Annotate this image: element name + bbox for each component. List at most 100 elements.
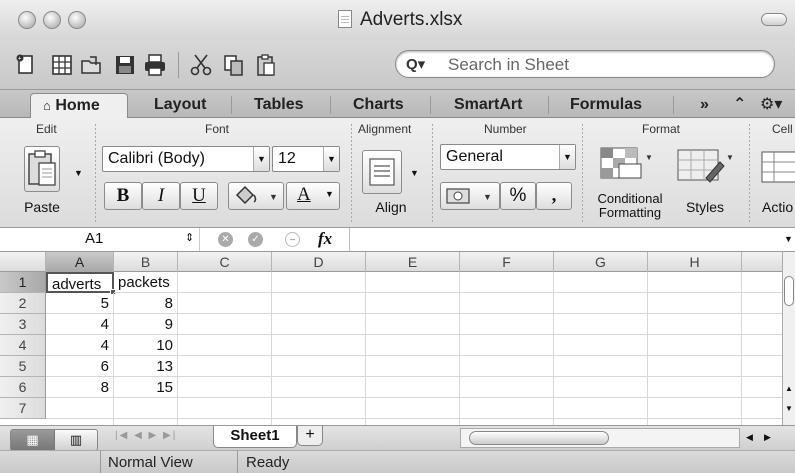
column-header-f[interactable]: F bbox=[460, 252, 554, 272]
normal-view-button[interactable]: ▦ bbox=[11, 430, 55, 450]
percent-button[interactable]: % bbox=[500, 182, 536, 210]
toolbar-toggle-button[interactable] bbox=[761, 13, 787, 26]
comma-style-button[interactable]: , bbox=[536, 182, 572, 210]
name-box-stepper-icon[interactable]: ⇕ bbox=[185, 231, 194, 244]
underline-button[interactable]: U bbox=[180, 182, 218, 210]
cell-a3[interactable]: 4 bbox=[46, 314, 114, 335]
column-header-b[interactable]: B bbox=[114, 252, 178, 272]
tab-formulas[interactable]: Formulas bbox=[570, 93, 642, 118]
cell-a4[interactable]: 4 bbox=[46, 335, 114, 356]
fill-color-button[interactable]: ▼ bbox=[228, 182, 284, 210]
cell-b6[interactable]: 15 bbox=[114, 377, 178, 398]
confirm-formula-icon[interactable]: ✓ bbox=[248, 232, 263, 247]
gear-icon[interactable]: ⚙▾ bbox=[760, 93, 782, 118]
zoom-window-button[interactable] bbox=[68, 11, 86, 29]
conditional-formatting-button[interactable]: ▼ bbox=[597, 144, 657, 184]
paste-dropdown-icon[interactable]: ▼ bbox=[74, 166, 83, 180]
select-all-corner[interactable] bbox=[0, 252, 46, 272]
formula-bar: A1 ⇕ ✕ ✓ − fx ▼ bbox=[0, 228, 795, 252]
cell-b2[interactable]: 8 bbox=[114, 293, 178, 314]
styles-button[interactable]: ▼ bbox=[676, 148, 736, 188]
scroll-right-arrow-icon[interactable]: ▶ bbox=[764, 432, 771, 443]
italic-button[interactable]: I bbox=[142, 182, 180, 210]
cut-icon[interactable] bbox=[189, 53, 213, 77]
row-header-2[interactable]: 2 bbox=[0, 293, 46, 314]
number-format-select[interactable]: General ▼ bbox=[440, 144, 576, 170]
accounting-format-button[interactable]: ▼ bbox=[440, 182, 500, 210]
formula-input[interactable] bbox=[350, 228, 780, 251]
vertical-scrollbar[interactable]: ▲ ▼ bbox=[782, 252, 795, 425]
cell-a2[interactable]: 5 bbox=[46, 293, 114, 314]
insert-function-button[interactable]: fx bbox=[318, 229, 332, 249]
cancel-formula-icon[interactable]: ✕ bbox=[218, 232, 233, 247]
row-header-4[interactable]: 4 bbox=[0, 335, 46, 356]
paste-icon[interactable] bbox=[254, 53, 278, 77]
column-header-e[interactable]: E bbox=[366, 252, 460, 272]
row-header-5[interactable]: 5 bbox=[0, 356, 46, 377]
more-tabs-button[interactable]: » bbox=[700, 93, 709, 118]
group-divider bbox=[95, 124, 96, 222]
column-header-g[interactable]: G bbox=[554, 252, 648, 272]
templates-icon[interactable] bbox=[50, 53, 74, 77]
search-field[interactable]: Q▾ Search in Sheet bbox=[395, 50, 775, 78]
tab-home[interactable]: ⌂ Home bbox=[30, 93, 128, 118]
scrollbar-thumb[interactable] bbox=[784, 276, 794, 306]
font-color-icon: A bbox=[297, 184, 311, 205]
home-icon: ⌂ bbox=[43, 98, 51, 113]
column-header-a[interactable]: A bbox=[46, 252, 114, 272]
font-size-select[interactable]: 12 ▼ bbox=[272, 146, 340, 172]
save-icon[interactable] bbox=[113, 53, 137, 77]
cell-b1[interactable]: packets bbox=[114, 272, 178, 293]
open-icon[interactable] bbox=[80, 53, 104, 77]
tab-smartart[interactable]: SmartArt bbox=[454, 93, 522, 118]
cell-b3[interactable]: 9 bbox=[114, 314, 178, 335]
close-window-button[interactable] bbox=[18, 11, 36, 29]
scrollbar-thumb[interactable] bbox=[469, 431, 609, 445]
conditional-formatting-label: Conditional Formatting bbox=[588, 192, 672, 220]
cell-a6[interactable]: 8 bbox=[46, 377, 114, 398]
column-header-c[interactable]: C bbox=[178, 252, 272, 272]
expand-formula-icon[interactable]: ▼ bbox=[784, 234, 793, 244]
cell-actions-button[interactable] bbox=[760, 148, 795, 188]
print-icon[interactable] bbox=[143, 53, 167, 77]
scroll-up-arrow-icon[interactable]: ▲ bbox=[785, 384, 793, 393]
cell-a1[interactable]: adverts bbox=[46, 272, 114, 293]
collapse-ribbon-icon[interactable]: ⌃ bbox=[733, 93, 746, 118]
tab-charts[interactable]: Charts bbox=[353, 93, 404, 118]
minimize-window-button[interactable] bbox=[43, 11, 61, 29]
cell-b4[interactable]: 10 bbox=[114, 335, 178, 356]
sheet-tab-sheet1[interactable]: Sheet1 bbox=[213, 426, 297, 448]
column-header-d[interactable]: D bbox=[272, 252, 366, 272]
align-dropdown-icon[interactable]: ▼ bbox=[410, 166, 419, 180]
status-view: Normal View bbox=[108, 454, 193, 471]
font-color-button[interactable]: A ▼ bbox=[286, 182, 340, 210]
tab-layout[interactable]: Layout bbox=[154, 93, 206, 118]
horizontal-scrollbar[interactable] bbox=[460, 428, 740, 448]
paste-button[interactable] bbox=[24, 146, 60, 192]
search-icon[interactable]: Q▾ bbox=[406, 55, 425, 73]
row-header-3[interactable]: 3 bbox=[0, 314, 46, 335]
add-sheet-button[interactable]: + bbox=[297, 426, 323, 446]
scroll-left-arrow-icon[interactable]: ◀ bbox=[746, 432, 753, 443]
page-layout-view-button[interactable]: ▥ bbox=[55, 430, 97, 450]
cell-b5[interactable]: 13 bbox=[114, 356, 178, 377]
cell-a5[interactable]: 6 bbox=[46, 356, 114, 377]
font-family-select[interactable]: Calibri (Body) ▼ bbox=[102, 146, 270, 172]
spreadsheet-grid[interactable]: A B C D E F G H 1 2 3 4 5 6 7 adverts pa… bbox=[0, 252, 795, 425]
name-box[interactable]: A1 bbox=[0, 228, 200, 251]
tab-separator bbox=[330, 96, 331, 114]
row-header-7[interactable]: 7 bbox=[0, 398, 46, 419]
font-family-value: Calibri (Body) bbox=[108, 150, 205, 167]
sheet-navigation-arrows-icon[interactable]: |◀ ◀ ▶ ▶| bbox=[115, 430, 177, 441]
row-header-1[interactable]: 1 bbox=[0, 272, 46, 293]
bold-button[interactable]: B bbox=[104, 182, 142, 210]
copy-icon[interactable] bbox=[222, 53, 246, 77]
row-header-6[interactable]: 6 bbox=[0, 377, 46, 398]
column-header-h[interactable]: H bbox=[648, 252, 742, 272]
scroll-down-arrow-icon[interactable]: ▼ bbox=[785, 404, 793, 413]
new-icon[interactable]: + bbox=[14, 53, 38, 77]
align-button[interactable] bbox=[362, 150, 402, 194]
title-bar: Adverts.xlsx bbox=[0, 0, 795, 40]
formula-toggle-icon[interactable]: − bbox=[285, 232, 300, 247]
tab-tables[interactable]: Tables bbox=[254, 93, 304, 118]
